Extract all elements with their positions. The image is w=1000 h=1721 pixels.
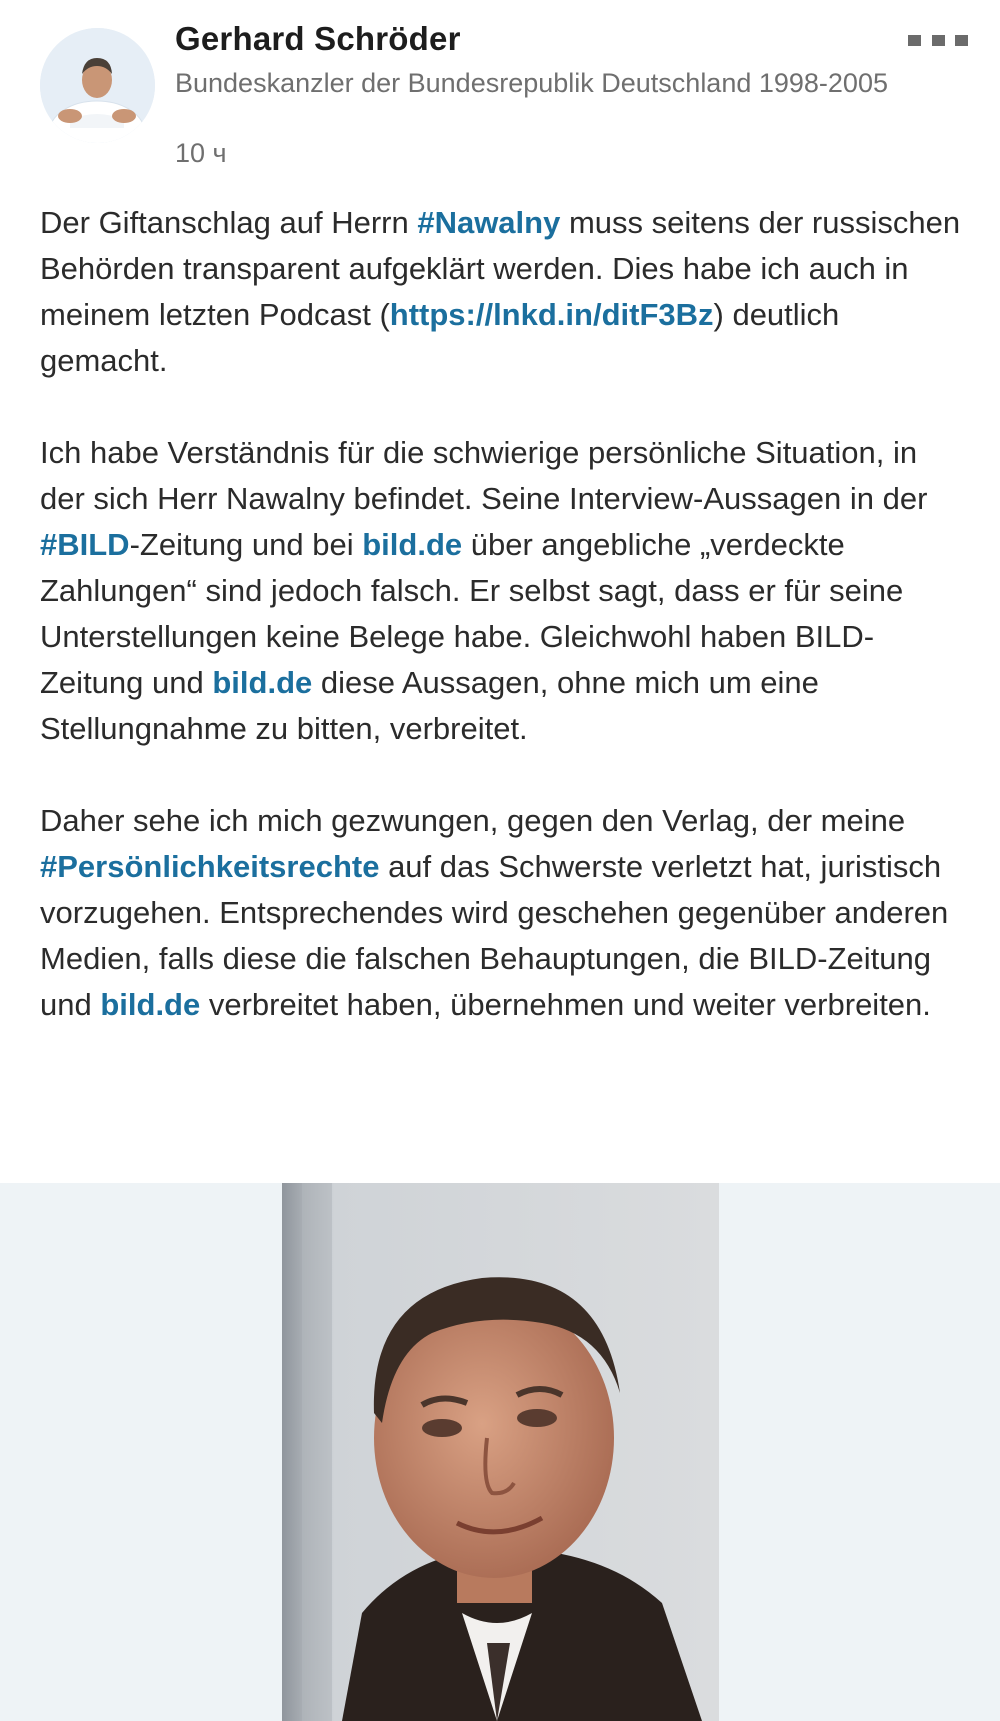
post-paragraph-3: Daher sehe ich mich gezwungen, gegen den… <box>40 798 970 1028</box>
hashtag-nawalny-link[interactable]: #Nawalny <box>417 205 560 240</box>
hashtag-persoenlichkeitsrechte-link[interactable]: #Persönlichkeitsrechte <box>40 849 379 884</box>
text-segment: -Zeitung und bei <box>129 527 363 562</box>
text-segment: Ich habe Verständnis für die schwierige … <box>40 435 928 516</box>
more-dot <box>955 34 968 46</box>
bild-de-link[interactable]: bild.de <box>362 527 462 562</box>
post-timestamp: 10 ч <box>175 138 227 168</box>
text-segment: verbreitet haben, übernehmen und weiter … <box>200 987 931 1022</box>
post-paragraph-1: Der Giftanschlag auf Herrn #Nawalny muss… <box>40 200 970 384</box>
hashtag-bild-link[interactable]: #BILD <box>40 527 130 562</box>
bild-de-link[interactable]: bild.de <box>100 987 200 1022</box>
author-avatar[interactable] <box>40 28 155 143</box>
author-name[interactable]: Gerhard Schröder <box>175 20 461 58</box>
more-dot <box>931 34 945 46</box>
text-segment: Daher sehe ich mich gezwungen, gegen den… <box>40 803 906 838</box>
post-header: Gerhard Schröder Bundeskanzler der Bunde… <box>0 0 1000 180</box>
more-options-icon[interactable] <box>908 28 968 52</box>
author-headline: Bundeskanzler der Bundesrepublik Deutsch… <box>175 68 888 98</box>
post-photo[interactable] <box>282 1183 719 1721</box>
podcast-url-link[interactable]: https://lnkd.in/ditF3Bz <box>390 297 714 332</box>
post-text: Der Giftanschlag auf Herrn #Nawalny muss… <box>40 200 970 1074</box>
avatar-portrait <box>40 28 155 143</box>
text-segment: Der Giftanschlag auf Herrn <box>40 205 418 240</box>
post-media <box>0 1183 1000 1721</box>
bild-de-link[interactable]: bild.de <box>212 665 312 700</box>
portrait-photo <box>282 1183 719 1721</box>
post-paragraph-2: Ich habe Verständnis für die schwierige … <box>40 430 970 752</box>
more-dot <box>908 34 921 46</box>
